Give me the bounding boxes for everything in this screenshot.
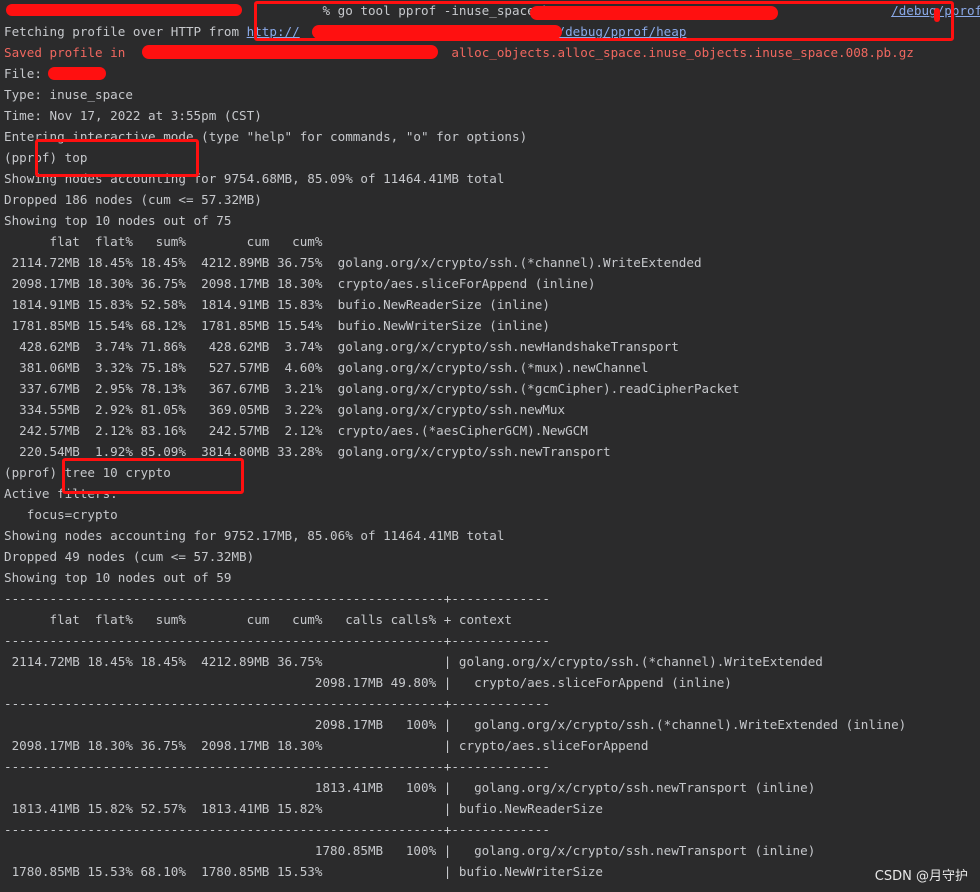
terminal-line: Time: Nov 17, 2022 at 3:55pm (CST): [4, 105, 980, 126]
terminal-line: ----------------------------------------…: [4, 588, 980, 609]
terminal-text: 2098.17MB 100% | golang.org/x/crypto/ssh…: [4, 717, 907, 732]
terminal-text: Showing top 10 nodes out of 75: [4, 213, 232, 228]
terminal-line: 2098.17MB 49.80% | crypto/aes.sliceForAp…: [4, 672, 980, 693]
terminal-text: 1813.41MB 15.82% 52.57% 1813.41MB 15.82%…: [4, 801, 603, 816]
terminal-text: (pprof) tree 10 crypto: [4, 465, 171, 480]
terminal-line: 242.57MB 2.12% 83.16% 242.57MB 2.12% cry…: [4, 420, 980, 441]
terminal-text: 2098.17MB 49.80% | crypto/aes.sliceForAp…: [4, 675, 732, 690]
terminal-line: Showing top 10 nodes out of 59: [4, 567, 980, 588]
terminal-line: ----------------------------------------…: [4, 756, 980, 777]
terminal-line: 1813.41MB 100% | golang.org/x/crypto/ssh…: [4, 777, 980, 798]
terminal-text: 2098.17MB 18.30% 36.75% 2098.17MB 18.30%…: [4, 276, 596, 291]
terminal-line: focus=crypto: [4, 504, 980, 525]
terminal-text: Showing top 10 nodes out of 59: [4, 570, 232, 585]
terminal-line: Entering interactive mode (type "help" f…: [4, 126, 980, 147]
terminal-text: flat flat% sum% cum cum% calls calls% + …: [4, 612, 512, 627]
terminal-text: 1781.85MB 15.54% 68.12% 1781.85MB 15.54%…: [4, 318, 550, 333]
terminal-line: 2098.17MB 100% | golang.org/x/crypto/ssh…: [4, 714, 980, 735]
terminal-text: Active filters:: [4, 486, 118, 501]
terminal-text: flat flat% sum% cum cum%: [4, 234, 323, 249]
terminal-text: Fetching profile over HTTP from: [4, 24, 247, 39]
terminal-text: 334.55MB 2.92% 81.05% 369.05MB 3.22% gol…: [4, 402, 566, 417]
terminal-line: Showing nodes accounting for 9752.17MB, …: [4, 525, 980, 546]
terminal-text: Showing nodes accounting for 9752.17MB, …: [4, 528, 505, 543]
terminal-text: 1780.85MB 15.53% 68.10% 1780.85MB 15.53%…: [4, 864, 603, 879]
redaction-mark: [312, 25, 562, 39]
terminal-line: ----------------------------------------…: [4, 819, 980, 840]
terminal-text: Showing nodes accounting for 9754.68MB, …: [4, 171, 505, 186]
terminal-line: File:: [4, 63, 980, 84]
terminal-line: 1781.85MB 15.54% 68.12% 1781.85MB 15.54%…: [4, 315, 980, 336]
terminal-text: Dropped 186 nodes (cum <= 57.32MB): [4, 192, 262, 207]
terminal-text: 2114.72MB 18.45% 18.45% 4212.89MB 36.75%…: [4, 654, 823, 669]
terminal-line: Showing nodes accounting for 9754.68MB, …: [4, 168, 980, 189]
redaction-mark: [934, 8, 940, 22]
terminal-text: focus=crypto: [4, 507, 118, 522]
terminal-line: 334.55MB 2.92% 81.05% 369.05MB 3.22% gol…: [4, 399, 980, 420]
terminal-text: File:: [4, 66, 50, 81]
terminal-line: Active filters:: [4, 483, 980, 504]
terminal-line: 2114.72MB 18.45% 18.45% 4212.89MB 36.75%…: [4, 252, 980, 273]
terminal-line: flat flat% sum% cum cum% calls calls% + …: [4, 609, 980, 630]
terminal-line: (pprof) tree 10 crypto: [4, 462, 980, 483]
terminal-text: 1780.85MB 100% | golang.org/x/crypto/ssh…: [4, 843, 816, 858]
redaction-mark: [6, 4, 242, 16]
terminal-text: ----------------------------------------…: [4, 822, 550, 837]
terminal-text: 381.06MB 3.32% 75.18% 527.57MB 4.60% gol…: [4, 360, 649, 375]
terminal-text: 428.62MB 3.74% 71.86% 428.62MB 3.74% gol…: [4, 339, 679, 354]
terminal-line: Dropped 49 nodes (cum <= 57.32MB): [4, 546, 980, 567]
terminal-line: Type: inuse_space: [4, 84, 980, 105]
terminal-line: 220.54MB 1.92% 85.09% 3814.80MB 33.28% g…: [4, 441, 980, 462]
terminal-line: (pprof) top: [4, 147, 980, 168]
redaction-mark: [530, 6, 778, 20]
terminal-line: 1814.91MB 15.83% 52.58% 1814.91MB 15.83%…: [4, 294, 980, 315]
terminal-text: Type: inuse_space: [4, 87, 133, 102]
terminal-text: 2098.17MB 18.30% 36.75% 2098.17MB 18.30%…: [4, 738, 649, 753]
terminal-line: 2098.17MB 18.30% 36.75% 2098.17MB 18.30%…: [4, 273, 980, 294]
terminal-text: ----------------------------------------…: [4, 696, 550, 711]
terminal-text: 1814.91MB 15.83% 52.58% 1814.91MB 15.83%…: [4, 297, 550, 312]
terminal-text: 2114.72MB 18.45% 18.45% 4212.89MB 36.75%…: [4, 255, 702, 270]
url-link[interactable]: /debug/pprof/heap: [558, 24, 687, 39]
terminal-text: ----------------------------------------…: [4, 759, 550, 774]
terminal-line: 337.67MB 2.95% 78.13% 367.67MB 3.21% gol…: [4, 378, 980, 399]
terminal-line: 1780.85MB 15.53% 68.10% 1780.85MB 15.53%…: [4, 861, 980, 882]
terminal-text: 337.67MB 2.95% 78.13% 367.67MB 3.21% gol…: [4, 381, 740, 396]
watermark: CSDN @月守护: [874, 869, 968, 884]
terminal-line: flat flat% sum% cum cum%: [4, 231, 980, 252]
redaction-mark: [48, 67, 106, 80]
terminal-line: Showing top 10 nodes out of 75: [4, 210, 980, 231]
terminal-line: 2098.17MB 18.30% 36.75% 2098.17MB 18.30%…: [4, 735, 980, 756]
terminal-text: alloc_objects.alloc_space.inuse_objects.…: [451, 45, 914, 60]
redaction-mark: [142, 45, 438, 59]
terminal-text: 242.57MB 2.12% 83.16% 242.57MB 2.12% cry…: [4, 423, 588, 438]
terminal-line: 428.62MB 3.74% 71.86% 428.62MB 3.74% gol…: [4, 336, 980, 357]
terminal-text: % go tool pprof -inuse_space: [322, 3, 543, 18]
terminal-output: % go tool pprof -inuse_space http:// /de…: [4, 0, 980, 882]
terminal-line: Dropped 186 nodes (cum <= 57.32MB): [4, 189, 980, 210]
terminal-text: ----------------------------------------…: [4, 591, 550, 606]
terminal-line: 2114.72MB 18.45% 18.45% 4212.89MB 36.75%…: [4, 651, 980, 672]
terminal-text: Time: Nov 17, 2022 at 3:55pm (CST): [4, 108, 262, 123]
terminal-line: 381.06MB 3.32% 75.18% 527.57MB 4.60% gol…: [4, 357, 980, 378]
terminal-text: Dropped 49 nodes (cum <= 57.32MB): [4, 549, 255, 564]
terminal-text: Saved profile in: [4, 45, 133, 60]
terminal-line: 1780.85MB 100% | golang.org/x/crypto/ssh…: [4, 840, 980, 861]
terminal-text: (pprof) top: [4, 150, 88, 165]
terminal-text: Entering interactive mode (type "help" f…: [4, 129, 528, 144]
url-link[interactable]: http://: [247, 24, 300, 39]
terminal-text: 220.54MB 1.92% 85.09% 3814.80MB 33.28% g…: [4, 444, 611, 459]
terminal-line: 1813.41MB 15.82% 52.57% 1813.41MB 15.82%…: [4, 798, 980, 819]
terminal-text: ----------------------------------------…: [4, 633, 550, 648]
terminal-line: ----------------------------------------…: [4, 693, 980, 714]
terminal-text: 1813.41MB 100% | golang.org/x/crypto/ssh…: [4, 780, 816, 795]
terminal-line: ----------------------------------------…: [4, 630, 980, 651]
